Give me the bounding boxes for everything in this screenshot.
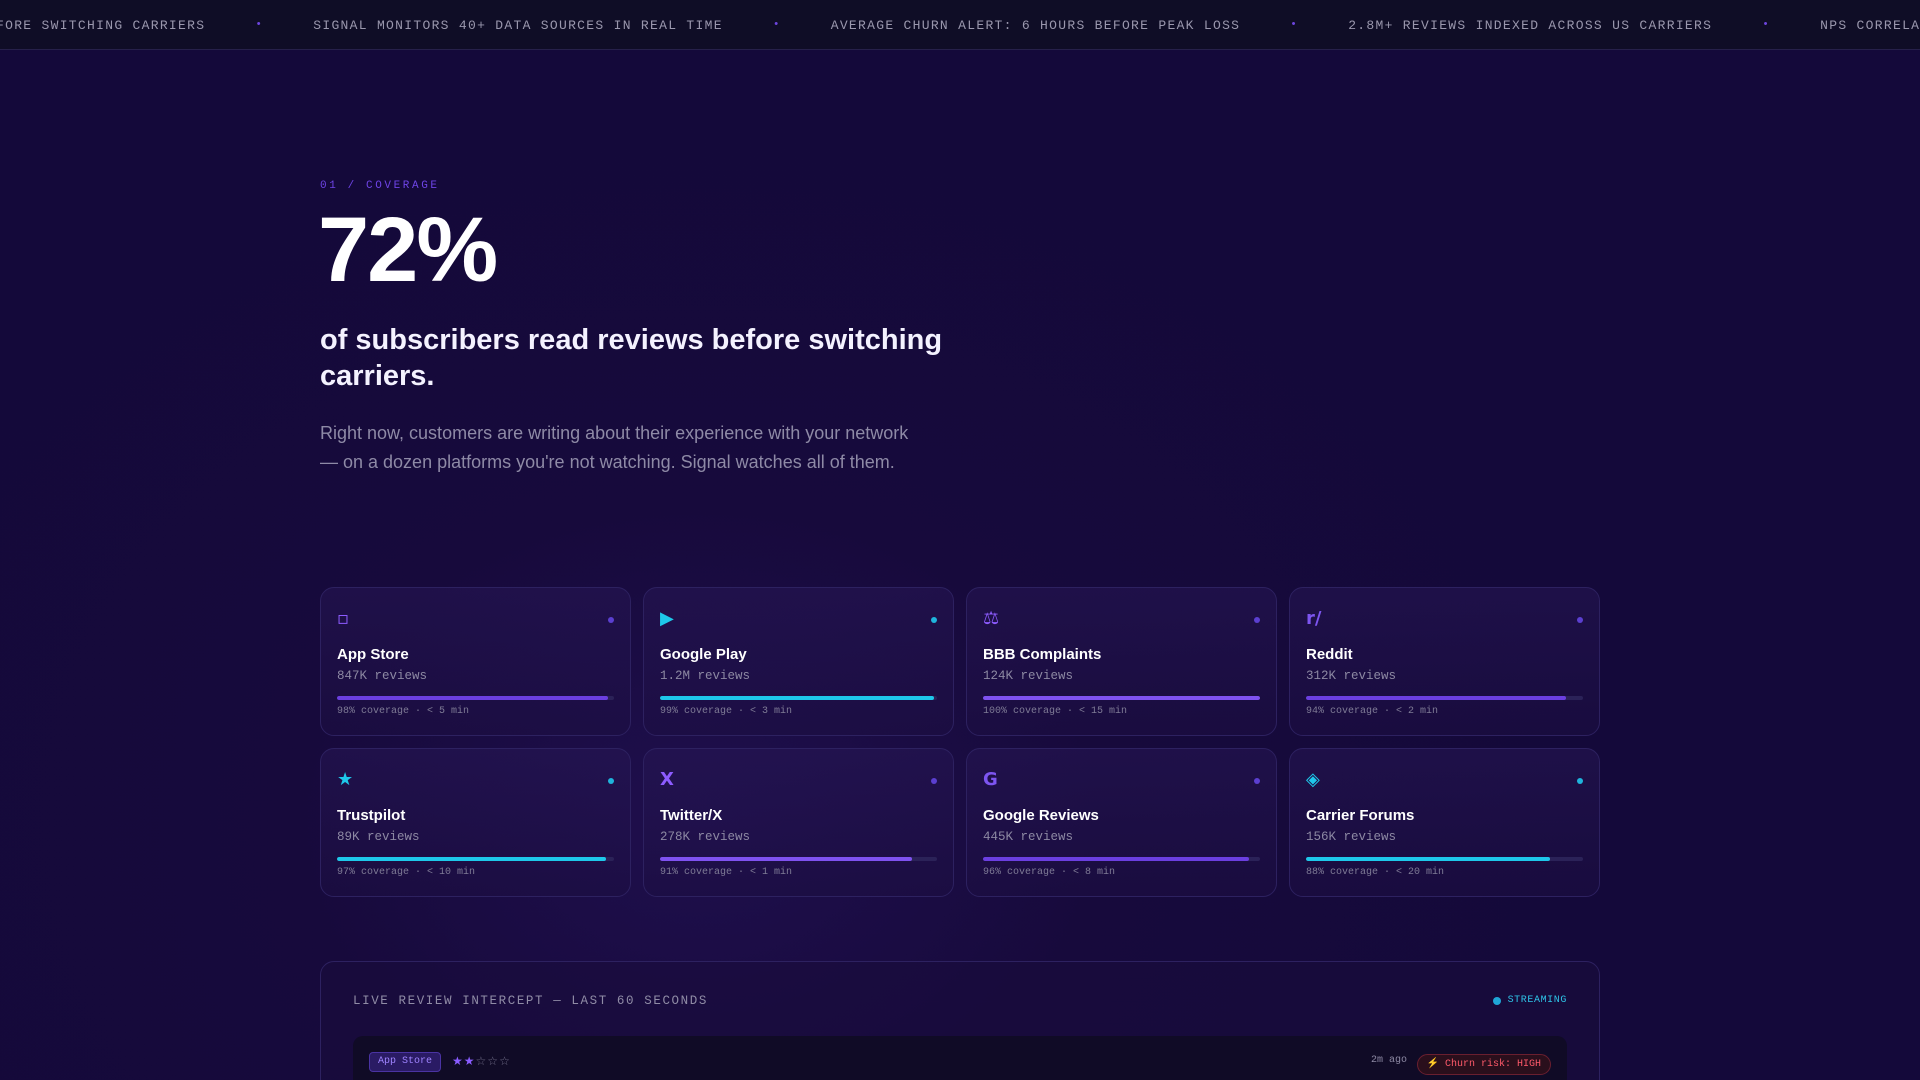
coverage-bar	[1306, 857, 1583, 861]
source-title: Google Play	[660, 646, 747, 663]
announcement-ticker: FORE SWITCHING CARRIERS • SIGNAL MONITORS …	[0, 0, 1920, 50]
source-card-reddit[interactable]: r/Reddit 312K reviews 94% coverage · < 2 m…	[1289, 587, 1600, 736]
status-dot-icon	[1254, 617, 1260, 623]
status-dot-icon	[1577, 778, 1583, 784]
source-card-bbb-complaints[interactable]: ⚖ BBB Complaints 124K reviews 100% coverage…	[966, 587, 1277, 736]
ticker-item: AVERAGE CHURN ALERT: 6 HOURS BEFORE PEAK…	[830, 17, 1241, 33]
ticker-item: NPS CORRELATION ACCURACY:	[1820, 17, 1920, 33]
streaming-status: STREAMING	[1492, 995, 1567, 1006]
section-eyebrow: 01 / COVERAGE	[320, 180, 440, 192]
coverage-meta: 88% coverage · < 20 min	[1306, 867, 1445, 878]
source-card-google-reviews[interactable]: G Google Reviews 445K reviews 96% coverage …	[966, 748, 1277, 897]
status-dot-icon	[1254, 778, 1260, 784]
source-title: Carrier Forums	[1306, 807, 1415, 824]
source-card-twitter-x[interactable]: X Twitter/X 278K reviews 91% coverage · < 1…	[643, 748, 954, 897]
bbb-scale-icon: ⚖	[983, 608, 1000, 629]
review-count: 89K reviews	[337, 830, 420, 844]
review-count: 156K reviews	[1306, 830, 1397, 844]
coverage-meta: 96% coverage · < 8 min	[983, 867, 1116, 878]
coverage-bar-fill	[660, 857, 913, 861]
star-rating: ★★☆☆☆	[452, 1054, 511, 1068]
google-reviews-icon: G	[983, 769, 998, 790]
ticker-separator-icon: •	[255, 19, 264, 31]
reddit-icon: r/	[1306, 608, 1322, 629]
streaming-label: STREAMING	[1507, 995, 1567, 1006]
status-dot-icon	[1577, 617, 1583, 623]
review-count: 312K reviews	[1306, 669, 1397, 683]
coverage-bar-fill	[337, 696, 609, 700]
coverage-bar	[337, 696, 614, 700]
coverage-bar-fill	[337, 857, 606, 861]
coverage-meta: 100% coverage · < 15 min	[983, 706, 1128, 717]
hero-headline: of subscribers read reviews before switc…	[320, 324, 943, 392]
status-dot-icon	[931, 778, 937, 784]
source-card-carrier-forums[interactable]: ◈ Carrier Forums 156K reviews 88% coverage …	[1289, 748, 1600, 897]
star-filled-icon: ★	[452, 1054, 464, 1068]
carrier-forums-icon: ◈	[1306, 769, 1320, 790]
review-timestamp: 2m ago	[1370, 1055, 1407, 1066]
trustpilot-star-icon: ★	[337, 769, 354, 790]
ticker-separator-icon: •	[1762, 19, 1771, 31]
source-title: App Store	[337, 646, 409, 663]
status-dot-icon	[931, 617, 937, 623]
coverage-meta: 98% coverage · < 5 min	[337, 706, 470, 717]
coverage-bar	[983, 857, 1260, 861]
star-filled-icon: ★	[463, 1054, 476, 1068]
coverage-bar	[660, 696, 937, 700]
source-card-trustpilot[interactable]: ★ Trustpilot 89K reviews 97% coverage · < 1…	[320, 748, 631, 897]
ticker-item: 2.8M+ REVIEWS INDEXED ACROSS US CARRIERS	[1348, 17, 1713, 33]
coverage-bar-fill	[660, 696, 935, 700]
streaming-dot-icon	[1492, 996, 1501, 1005]
live-panel-title: LIVE REVIEW INTERCEPT — LAST 60 SECONDS	[353, 994, 708, 1008]
hero-lede: Right now, customers are writing about t…	[320, 423, 909, 472]
hero-stat: 72%	[318, 199, 498, 301]
ticker-item: SIGNAL MONITORS 40+ DATA SOURCES IN REAL…	[313, 17, 723, 33]
twitter-x-icon: X	[660, 769, 674, 790]
review-count: 847K reviews	[337, 669, 428, 683]
source-title: Trustpilot	[337, 807, 406, 824]
coverage-bar	[660, 857, 937, 861]
google-play-icon: ▶	[660, 608, 674, 629]
coverage-meta: 99% coverage · < 3 min	[660, 706, 793, 717]
live-review-panel: LIVE REVIEW INTERCEPT — LAST 60 SECONDS …	[320, 961, 1600, 1080]
coverage-bar	[983, 696, 1260, 700]
ticker-separator-icon: •	[772, 19, 781, 31]
source-card-google-play[interactable]: ▶ Google Play 1.2M reviews 99% coverage · <…	[643, 587, 954, 736]
ticker-separator-icon: •	[1290, 19, 1299, 31]
status-dot-icon	[608, 617, 614, 623]
coverage-bar-fill	[1306, 696, 1567, 700]
review-count: 1.2M reviews	[660, 669, 751, 683]
review-count: 124K reviews	[983, 669, 1074, 683]
coverage-bar-fill	[1306, 857, 1550, 861]
coverage-meta: 97% coverage · < 10 min	[337, 867, 476, 878]
review-count: 278K reviews	[660, 830, 751, 844]
source-title: Google Reviews	[983, 807, 1099, 824]
source-card-app-store[interactable]: ▫ App Store 847K reviews 98% coverage · < 5…	[320, 587, 631, 736]
coverage-bar-fill	[983, 857, 1249, 861]
app-store-icon: ▫	[337, 608, 350, 629]
source-coverage-grid: ▫ App Store 847K reviews 98% coverage · < 5…	[320, 587, 1600, 897]
source-title: BBB Complaints	[983, 646, 1102, 663]
coverage-meta: 91% coverage · < 1 min	[660, 867, 793, 878]
star-empty-icon: ☆	[499, 1054, 511, 1068]
star-empty-icon: ☆	[475, 1054, 488, 1068]
coverage-bar	[1306, 696, 1583, 700]
coverage-bar	[337, 857, 614, 861]
status-dot-icon	[608, 778, 614, 784]
ticker-item: FORE SWITCHING CARRIERS	[0, 17, 206, 33]
source-title: Reddit	[1306, 646, 1353, 663]
coverage-meta: 94% coverage · < 2 min	[1306, 706, 1439, 717]
star-empty-icon: ☆	[487, 1054, 500, 1068]
ticker-track: FORE SWITCHING CARRIERS • SIGNAL MONITORS …	[0, 0, 1920, 49]
review-item[interactable]: App Store ★★☆☆☆ 2m ago ⚡ Churn risk: HIG…	[353, 1036, 1567, 1080]
review-source-chip[interactable]: App Store	[369, 1052, 442, 1072]
review-count: 445K reviews	[983, 830, 1074, 844]
churn-risk-badge: ⚡ Churn risk: HIGH	[1416, 1054, 1551, 1075]
coverage-bar-fill	[983, 696, 1260, 700]
source-title: Twitter/X	[660, 807, 723, 824]
